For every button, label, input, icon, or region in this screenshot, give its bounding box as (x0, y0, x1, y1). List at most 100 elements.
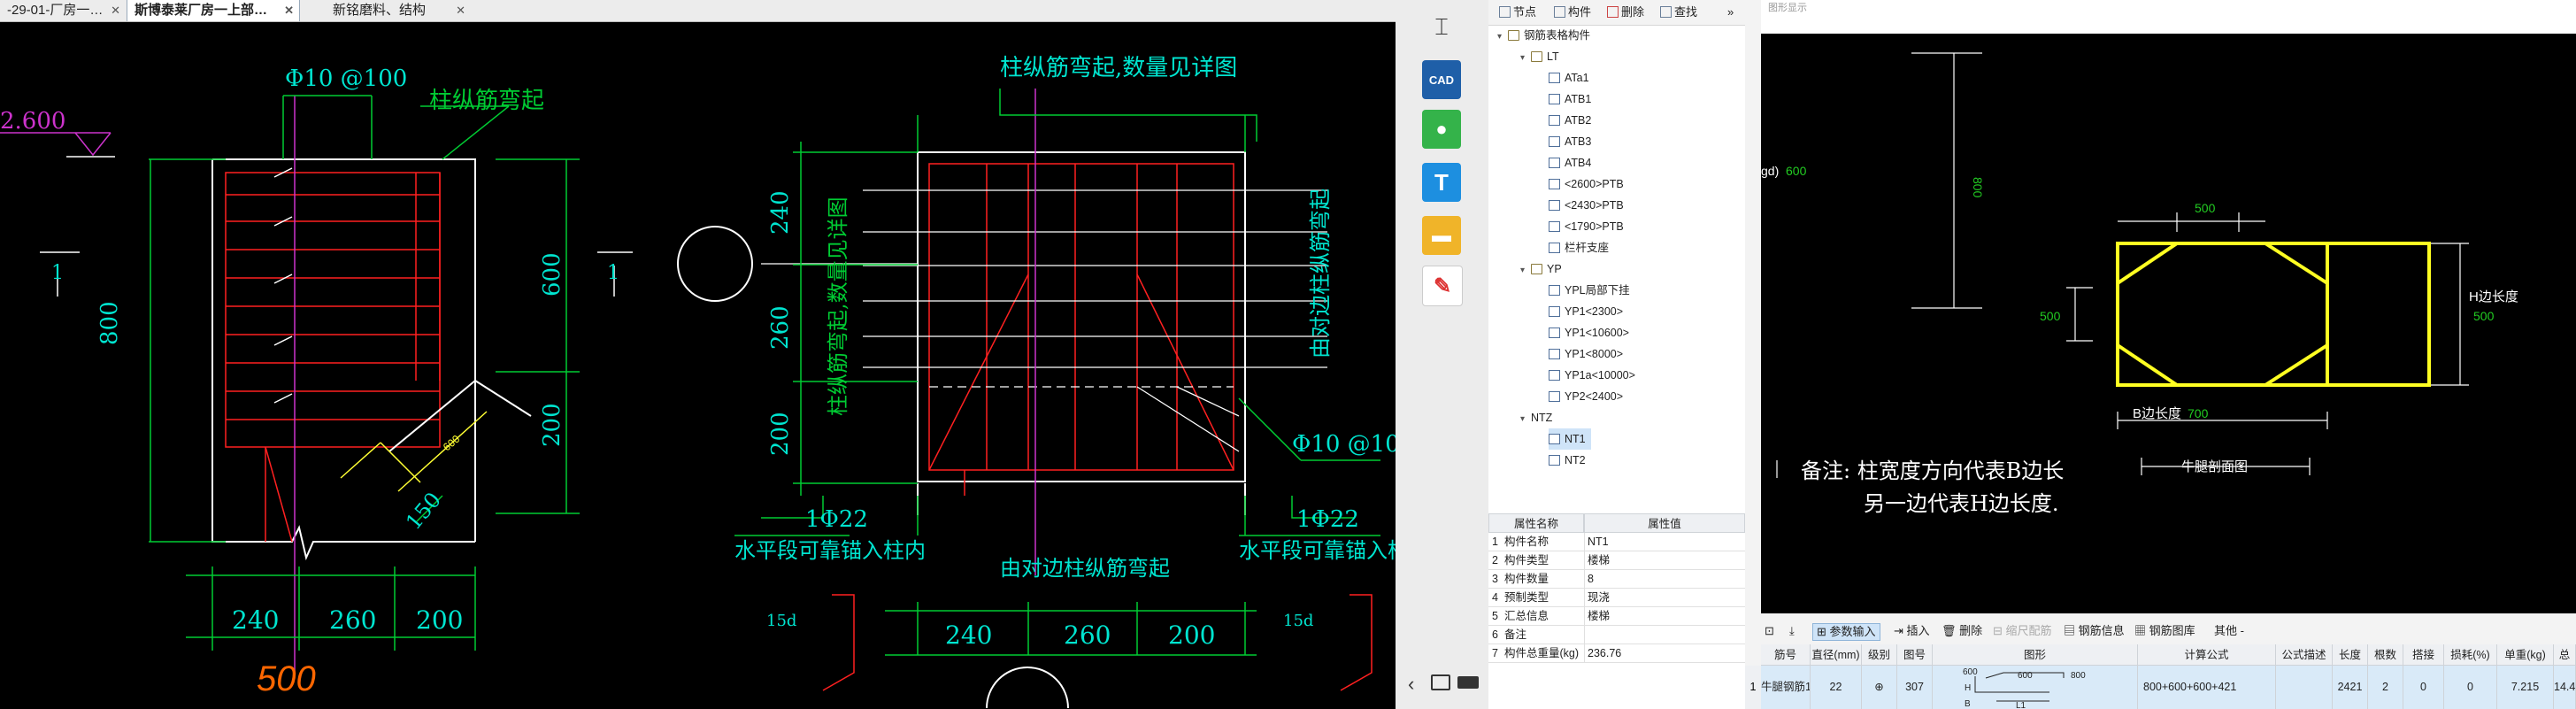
table-cell[interactable]: 14.43 (2554, 666, 2576, 709)
property-row[interactable]: 4 预制类型 现浇 (1488, 589, 1745, 607)
tab-document-1[interactable]: -29-01-厂房一… ✕ (0, 0, 126, 21)
tree-item[interactable]: ATB1 (1549, 89, 1591, 110)
tree-item[interactable]: ATB4 (1549, 152, 1591, 173)
cad-canvas[interactable]: 600 Φ10 @100 柱纵筋弯起 2.600 1 800 600 200 1… (0, 21, 1396, 709)
tree-item[interactable]: <2600>PTB (1549, 173, 1624, 195)
dim-label: 240 (767, 190, 794, 235)
component-button[interactable]: 构件 (1554, 4, 1591, 20)
tree-item[interactable]: YPL局部下挂 (1549, 280, 1630, 301)
table-cell[interactable]: ⊕ (1862, 666, 1897, 709)
tree-item[interactable]: YP1a<10000> (1549, 365, 1635, 386)
rebar-library-button[interactable]: ▦ 钢筋图库 (2134, 623, 2195, 639)
collapse-icon[interactable]: ▾ (1497, 32, 1502, 42)
pin-icon[interactable]: ⌶ (1424, 9, 1459, 44)
first-icon[interactable]: ⊡ (1765, 623, 1774, 639)
component-icon (1549, 136, 1560, 147)
folder-app-icon[interactable]: ▬ (1422, 216, 1461, 255)
tree-item[interactable]: <1790>PTB (1549, 216, 1624, 237)
table-cell[interactable]: 牛腿钢筋1 (1761, 666, 1811, 709)
property-row[interactable]: 1 构件名称 NT1 (1488, 533, 1745, 551)
table-cell[interactable]: 2421 (2333, 666, 2368, 709)
tree-item[interactable]: YP1<8000> (1549, 343, 1623, 365)
table-cell[interactable]: 7.215 (2497, 666, 2554, 709)
delete-button[interactable]: 删除 (1607, 4, 1644, 20)
chevron-left-icon[interactable]: ‹ (1408, 673, 1414, 696)
table-cell[interactable]: 0 (2444, 666, 2497, 709)
column-divider (1584, 533, 1585, 663)
component-icon (1549, 200, 1560, 211)
collapse-icon[interactable]: ▾ (1520, 266, 1525, 275)
property-row[interactable]: 6 备注 (1488, 626, 1745, 644)
cad-drawing-pane[interactable]: -29-01-厂房一… ✕ 斯博泰莱厂房一上部… ✕ 新铭磨料、结构 ✕ 600… (0, 0, 1396, 709)
tree-item[interactable]: ATa1 (1549, 67, 1589, 89)
keyboard-icon[interactable] (1457, 676, 1479, 689)
tree-item[interactable]: YP1<10600> (1549, 322, 1629, 343)
table-cell[interactable] (2276, 666, 2333, 709)
collapse-icon[interactable]: ▾ (1520, 53, 1525, 63)
annotation-label: 柱纵筋弯起,数量见详图 (826, 197, 850, 416)
tree-item-selected[interactable]: NT1 (1549, 428, 1591, 450)
tree-item[interactable]: NT2 (1549, 450, 1586, 471)
insert-button[interactable]: ⇥ 插入 (1894, 623, 1930, 639)
tree-item[interactable]: <2430>PTB (1549, 195, 1624, 216)
component-icon (1549, 94, 1560, 104)
dim-label: 200 (416, 605, 463, 635)
tree-item[interactable]: ATB2 (1549, 110, 1591, 131)
folder-icon (1531, 51, 1542, 62)
tree-group-ntz[interactable]: NTZ (1531, 407, 1552, 428)
property-row[interactable]: 7 构件总重量(kg) 236.76 (1488, 644, 1745, 663)
dim-label: 200 (767, 412, 794, 456)
tab-document-3[interactable]: 新铭磨料、结构 ✕ (303, 0, 471, 21)
tree-root[interactable]: 钢筋表格构件 (1508, 25, 1590, 46)
component-icon (1549, 455, 1560, 466)
close-icon[interactable]: ✕ (111, 0, 120, 21)
property-row[interactable]: 5 汇总信息 楼梯 (1488, 607, 1745, 626)
property-row[interactable]: 3 构件数量 8 (1488, 570, 1745, 589)
shape-dim: 600 (2018, 671, 2033, 681)
close-icon[interactable]: ✕ (456, 0, 465, 21)
tab-document-2[interactable]: 斯博泰莱厂房一上部… ✕ (127, 0, 300, 21)
more-button[interactable]: » (1727, 4, 1734, 20)
collapse-icon[interactable]: ▾ (1520, 414, 1525, 424)
component-icon (1549, 306, 1560, 317)
rebar-shape-preview[interactable]: gd) 600 800 500 500 H边长度 500 B边长度 700 牛腿… (1761, 34, 2576, 613)
row-number: 1 (1745, 666, 1761, 709)
rebar-info-button[interactable]: ▤ 钢筋信息 (2064, 623, 2125, 639)
other-menu[interactable]: 其他 - (2214, 623, 2244, 639)
find-button[interactable]: 查找 (1660, 4, 1697, 20)
wechat-tray-icon[interactable] (1431, 674, 1450, 690)
tree-view[interactable]: ▾ 钢筋表格构件 ▾ LT ATa1 ATB1 ATB2 ATB3 ATB4 <… (1488, 25, 1745, 513)
tree-item[interactable]: YP1<2300> (1549, 301, 1623, 322)
table-cell[interactable]: 800+600+600+421 (2138, 666, 2276, 709)
tree-group-yp[interactable]: YP (1531, 258, 1562, 280)
tree-item[interactable]: ATB3 (1549, 131, 1591, 152)
table-cell[interactable]: 307 (1897, 666, 1933, 709)
wechat-icon[interactable]: ● (1422, 110, 1461, 149)
shape-cell[interactable]: 600 600 800 H B L1 (1933, 666, 2138, 709)
tab-label: -29-01-厂房一… (7, 3, 104, 18)
node-button[interactable]: 节点 (1499, 4, 1536, 20)
table-cell[interactable]: 2 (2368, 666, 2403, 709)
delete-row-button[interactable]: 🗑 删除 (1942, 623, 1982, 639)
component-icon (1549, 328, 1560, 338)
param-input-button[interactable]: ⊞ 参数输入 (1812, 623, 1880, 641)
component-icon (1549, 349, 1560, 359)
rebar-shape-thumbnail: 600 600 800 H B L1 (1963, 667, 2086, 709)
tree-item[interactable]: 栏杆支座 (1549, 237, 1609, 258)
preview-label: 牛腿剖面图 (2181, 459, 2248, 474)
column-header: 属性值 (1584, 513, 1745, 533)
paint-app-icon[interactable]: ✎ (1422, 266, 1463, 306)
dim-label: 260 (329, 605, 376, 635)
close-icon[interactable]: ✕ (284, 0, 294, 21)
text-app-icon[interactable]: T (1422, 163, 1461, 202)
tree-item[interactable]: YP2<2400> (1549, 386, 1623, 407)
import-icon[interactable]: ⤓ (1789, 623, 1795, 639)
table-cell[interactable]: 0 (2403, 666, 2444, 709)
delete-icon (1607, 6, 1619, 18)
property-row[interactable]: 2 构件类型 楼梯 (1488, 551, 1745, 570)
component-icon (1549, 115, 1560, 126)
scale-rebar-button[interactable]: ⊟ 缩尺配筋 (1993, 623, 2052, 639)
tree-group-lt[interactable]: LT (1531, 46, 1559, 67)
table-cell[interactable]: 22 (1811, 666, 1862, 709)
cad-app-icon[interactable]: CAD (1422, 60, 1461, 99)
